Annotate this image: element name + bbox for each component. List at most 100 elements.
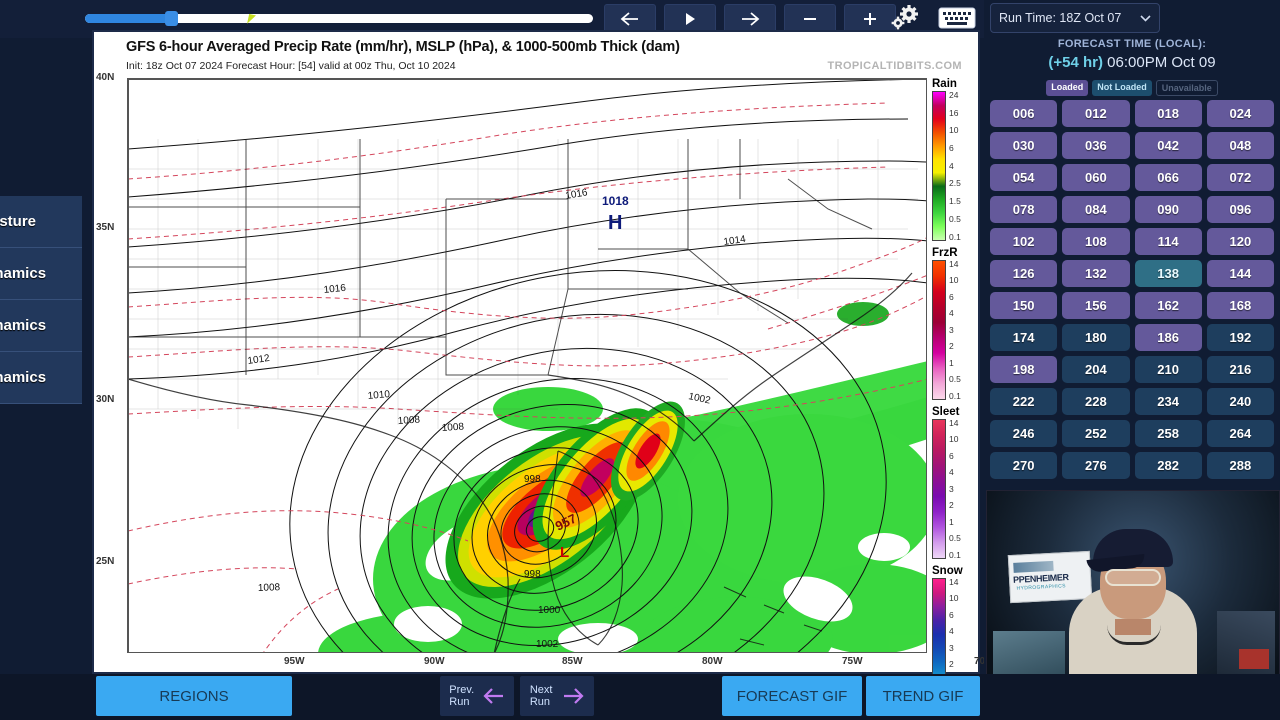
left-menu-item-3[interactable]: ynamics xyxy=(0,352,82,404)
forecast-hour-096[interactable]: 096 xyxy=(1206,196,1274,223)
legend-title: Sleet xyxy=(932,406,960,418)
regions-button[interactable]: REGIONS xyxy=(96,676,292,716)
forecast-hour-192[interactable]: 192 xyxy=(1206,324,1274,351)
legend-tick: 10 xyxy=(949,434,959,445)
forecast-hour-156[interactable]: 156 xyxy=(1062,292,1130,319)
play-icon xyxy=(686,13,695,25)
forecast-hour-174[interactable]: 174 xyxy=(990,324,1058,351)
trend-gif-button[interactable]: TREND GIF xyxy=(866,676,980,716)
plus-icon xyxy=(864,13,876,25)
forecast-hour-222[interactable]: 222 xyxy=(990,388,1058,415)
svg-text:H: H xyxy=(608,212,622,234)
right-control-panel: Run Time: 18Z Oct 07 FORECAST TIME (LOCA… xyxy=(984,0,1280,720)
forecast-hour-102[interactable]: 102 xyxy=(990,228,1058,255)
forecast-gif-button[interactable]: FORECAST GIF xyxy=(722,676,862,716)
forecast-hour-060[interactable]: 060 xyxy=(1062,164,1130,191)
forecast-hour-270[interactable]: 270 xyxy=(990,452,1058,479)
forecast-hour-210[interactable]: 210 xyxy=(1134,356,1202,383)
webcam-person-glasses xyxy=(1105,569,1161,586)
forecast-hour-204[interactable]: 204 xyxy=(1062,356,1130,383)
forecast-hour-276[interactable]: 276 xyxy=(1062,452,1130,479)
forecast-hour-132[interactable]: 132 xyxy=(1062,260,1130,287)
legend-tick: 4 xyxy=(949,467,954,478)
map-subtitle: Init: 18z Oct 07 2024 Forecast Hour: [54… xyxy=(126,60,456,72)
legend-tick: 0.5 xyxy=(949,533,961,544)
forecast-hour-180[interactable]: 180 xyxy=(1062,324,1130,351)
forecast-hour-114[interactable]: 114 xyxy=(1134,228,1202,255)
legend-tick: 3 xyxy=(949,324,954,335)
legend-tick: 10 xyxy=(949,275,959,286)
legend-tick: 2 xyxy=(949,341,954,352)
forecast-hour-018[interactable]: 018 xyxy=(1134,100,1202,127)
forecast-hour-126[interactable]: 126 xyxy=(990,260,1058,287)
left-menu-item-2[interactable]: ynamics xyxy=(0,300,82,352)
forecast-hour-150[interactable]: 150 xyxy=(990,292,1058,319)
slider-thumb[interactable] xyxy=(165,11,179,26)
forecast-hour-246[interactable]: 246 xyxy=(990,420,1058,447)
svg-text:1008: 1008 xyxy=(258,582,281,594)
forecast-hour-138[interactable]: 138 xyxy=(1134,260,1202,287)
timeline-slider[interactable] xyxy=(85,9,593,27)
forecast-offset: (+54 hr) xyxy=(1048,54,1104,71)
next-run-button[interactable]: Next Run xyxy=(520,676,594,716)
forecast-hour-048[interactable]: 048 xyxy=(1206,132,1274,159)
legend-colorbar xyxy=(932,91,946,241)
forecast-hour-282[interactable]: 282 xyxy=(1134,452,1202,479)
status-legend: Loaded Not Loaded Unavailable xyxy=(984,80,1280,96)
lon-label-80w: 80W xyxy=(702,656,723,667)
weather-map-plot[interactable]: 1016 1016 1014 1012 1010 1008 1002 1008 … xyxy=(127,78,927,653)
forecast-hour-162[interactable]: 162 xyxy=(1134,292,1202,319)
forecast-hour-120[interactable]: 120 xyxy=(1206,228,1274,255)
forecast-hour-252[interactable]: 252 xyxy=(1062,420,1130,447)
forecast-hour-072[interactable]: 072 xyxy=(1206,164,1274,191)
forecast-hour-240[interactable]: 240 xyxy=(1206,388,1274,415)
legend-tick: 16 xyxy=(949,107,959,118)
forecast-hour-024[interactable]: 024 xyxy=(1206,100,1274,127)
keyboard-icon xyxy=(938,7,976,29)
legend-tick: 4 xyxy=(949,160,954,171)
forecast-hour-258[interactable]: 258 xyxy=(1134,420,1202,447)
forecast-hour-030[interactable]: 030 xyxy=(990,132,1058,159)
forecast-hour-084[interactable]: 084 xyxy=(1062,196,1130,223)
left-menu-item-1[interactable]: ynamics xyxy=(0,248,82,300)
precip-legends: Rain 24 16 10 6 4 2.5 1.5 0.5 0.1 FrzR 14 10 6 4 3 2 1 0.5… xyxy=(932,78,978,720)
prev-run-button[interactable]: Prev. Run xyxy=(440,676,514,716)
forecast-hour-234[interactable]: 234 xyxy=(1134,388,1202,415)
legend-tick: 0.1 xyxy=(949,231,961,242)
legend-ticks: 24 16 10 6 4 2.5 1.5 0.5 0.1 xyxy=(949,91,961,241)
slider-fill xyxy=(85,14,172,23)
legend-tick: 3 xyxy=(949,642,954,653)
sign-graphic xyxy=(1013,560,1054,573)
application-window: oisture ynamics ynamics ynamics GFS 6-hour … xyxy=(0,0,1280,720)
legend-tick: 0.5 xyxy=(949,213,961,224)
forecast-time-value: (+54 hr) 06:00PM Oct 09 xyxy=(984,54,1280,71)
legend-tick: 10 xyxy=(949,125,959,136)
forecast-hour-108[interactable]: 108 xyxy=(1062,228,1130,255)
left-menu-item-0[interactable]: oisture xyxy=(0,196,82,248)
svg-text:1000: 1000 xyxy=(538,605,561,616)
legend-title: FrzR xyxy=(932,247,958,259)
legend-tick: 6 xyxy=(949,450,954,461)
forecast-hour-198[interactable]: 198 xyxy=(990,356,1058,383)
forecast-hour-186[interactable]: 186 xyxy=(1134,324,1202,351)
forecast-hour-036[interactable]: 036 xyxy=(1062,132,1130,159)
forecast-hour-144[interactable]: 144 xyxy=(1206,260,1274,287)
forecast-hour-078[interactable]: 078 xyxy=(990,196,1058,223)
run-time-dropdown[interactable]: Run Time: 18Z Oct 07 xyxy=(990,3,1160,33)
legend-colorbar xyxy=(932,260,946,400)
forecast-hour-042[interactable]: 042 xyxy=(1134,132,1202,159)
arrow-right-icon xyxy=(742,12,760,26)
forecast-hour-066[interactable]: 066 xyxy=(1134,164,1202,191)
forecast-hour-264[interactable]: 264 xyxy=(1206,420,1274,447)
forecast-hour-228[interactable]: 228 xyxy=(1062,388,1130,415)
forecast-hour-090[interactable]: 090 xyxy=(1134,196,1202,223)
prev-run-line2: Run xyxy=(449,696,470,708)
forecast-hour-012[interactable]: 012 xyxy=(1062,100,1130,127)
forecast-clock: 06:00PM Oct 09 xyxy=(1103,54,1216,71)
next-run-line2: Run xyxy=(529,696,551,708)
forecast-hour-216[interactable]: 216 xyxy=(1206,356,1274,383)
forecast-hour-006[interactable]: 006 xyxy=(990,100,1058,127)
forecast-hour-288[interactable]: 288 xyxy=(1206,452,1274,479)
forecast-hour-054[interactable]: 054 xyxy=(990,164,1058,191)
forecast-hour-168[interactable]: 168 xyxy=(1206,292,1274,319)
